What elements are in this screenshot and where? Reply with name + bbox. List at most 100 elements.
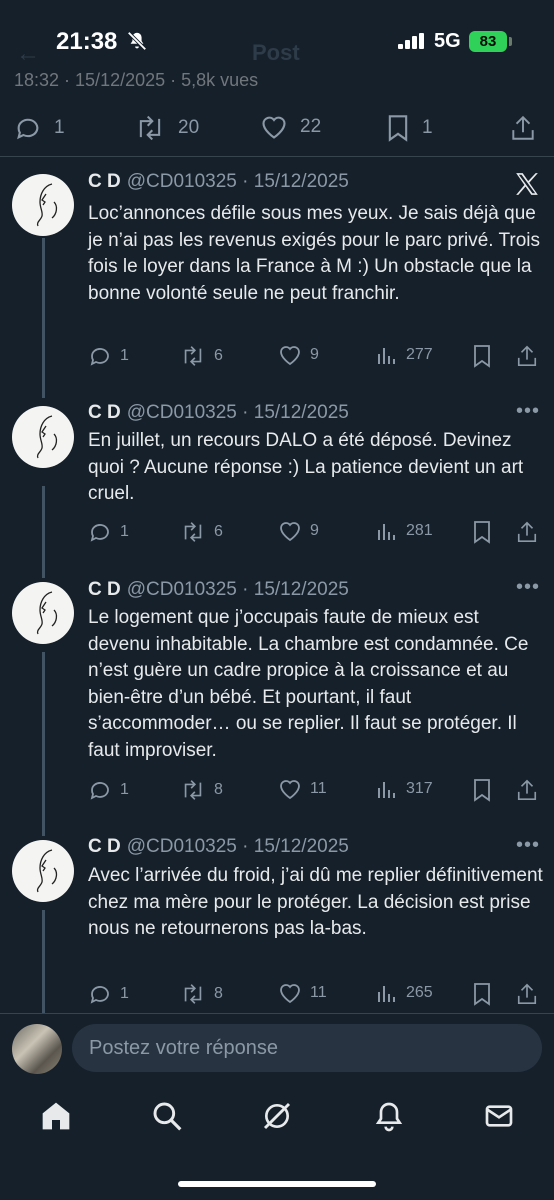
repost-icon (184, 346, 202, 366)
reply-button[interactable]: 1 (88, 520, 129, 544)
views-button[interactable]: 277 (376, 344, 433, 366)
view-count: 317 (406, 780, 433, 797)
bookmark-icon (474, 983, 490, 1006)
more-options-icon[interactable]: ••• (516, 400, 540, 423)
share-button[interactable] (510, 114, 548, 142)
search-icon[interactable] (151, 1100, 183, 1132)
repost-button[interactable]: 8 (180, 982, 223, 1006)
like-count: 11 (310, 780, 327, 797)
signal-icon (398, 33, 424, 49)
thread-line (42, 486, 45, 578)
views-icon (378, 782, 395, 798)
like-count: 9 (310, 522, 319, 539)
divider (0, 156, 554, 157)
share-button[interactable] (516, 982, 546, 1006)
post-meta: 18:32 · 15/12/2025 · 5,8k vues (14, 70, 259, 90)
bookmark-button[interactable] (472, 344, 500, 368)
views-button[interactable]: 265 (376, 982, 433, 1004)
like-button[interactable]: 11 (278, 982, 327, 1004)
bookmark-button[interactable] (472, 982, 500, 1006)
like-button[interactable]: 11 (278, 778, 327, 800)
main-post-actions: 1 20 22 1 (0, 104, 554, 156)
bell-slash-icon (127, 31, 147, 51)
reply-text: En juillet, un recours DALO a été déposé… (88, 430, 524, 504)
reply-input[interactable]: Postez votre réponse (72, 1024, 542, 1072)
avatar[interactable] (12, 582, 74, 644)
reply-count: 1 (54, 117, 65, 138)
more-options-icon[interactable]: ••• (516, 576, 540, 599)
reply-text: Le logement que j’occupais faute de mieu… (88, 607, 529, 761)
repost-count: 20 (178, 117, 200, 138)
profile-drawing-icon (36, 415, 58, 459)
reply-count: 1 (120, 781, 129, 798)
reply-count: 1 (120, 523, 129, 540)
author-name[interactable]: C D (88, 836, 121, 857)
repost-button[interactable]: 8 (180, 778, 223, 802)
share-button[interactable] (516, 778, 546, 802)
author-handle[interactable]: @CD010325 (127, 402, 237, 423)
reply-count: 1 (120, 347, 129, 364)
thread-line (42, 238, 45, 398)
author-handle[interactable]: @CD010325 (127, 836, 237, 857)
status-time: 21:38 (56, 28, 118, 55)
avatar[interactable] (12, 840, 74, 902)
bookmark-icon (388, 115, 408, 142)
views-icon (378, 524, 395, 540)
avatar[interactable] (12, 406, 74, 468)
views-button[interactable]: 317 (376, 778, 433, 800)
author-name[interactable]: C D (88, 171, 121, 192)
reply-icon (17, 118, 39, 140)
reply-button[interactable]: 1 (88, 982, 129, 1006)
view-count: 277 (406, 346, 433, 363)
share-button[interactable] (516, 344, 546, 368)
views-icon (378, 986, 395, 1002)
bookmark-button[interactable]: 1 (386, 114, 433, 142)
bookmark-icon (474, 779, 490, 802)
like-button[interactable]: 9 (278, 520, 319, 542)
my-avatar[interactable] (12, 1024, 62, 1074)
grok-icon[interactable] (261, 1100, 293, 1132)
reply-icon (90, 782, 109, 800)
share-icon (517, 779, 537, 800)
repost-icon (184, 522, 202, 542)
more-options-icon[interactable]: ••• (516, 834, 540, 857)
page-title: Post (252, 40, 300, 65)
like-button[interactable]: 9 (278, 344, 319, 366)
home-indicator[interactable] (178, 1181, 376, 1187)
thread-line (42, 910, 45, 1013)
reply-count: 1 (120, 985, 129, 1002)
repost-count: 6 (214, 347, 223, 364)
share-icon (512, 115, 534, 140)
views-icon (378, 348, 395, 364)
views-button[interactable]: 281 (376, 520, 433, 542)
thread-line (42, 652, 45, 836)
repost-button[interactable]: 6 (180, 520, 223, 544)
reply-button[interactable]: 1 (88, 778, 129, 802)
home-icon[interactable] (40, 1100, 72, 1132)
notifications-icon[interactable] (373, 1100, 405, 1132)
repost-icon (184, 984, 202, 1004)
reply-date: · 15/12/2025 (242, 836, 349, 857)
author-name[interactable]: C D (88, 402, 121, 423)
heart-icon (262, 116, 286, 139)
reply-header: C D @CD010325 · 15/12/2025 (88, 402, 349, 424)
messages-icon[interactable] (483, 1100, 515, 1132)
reply-header: C D @CD010325 · 15/12/2025 (88, 579, 349, 601)
author-handle[interactable]: @CD010325 (127, 171, 237, 192)
like-count: 9 (310, 346, 319, 363)
bookmark-button[interactable] (472, 520, 500, 544)
reply-button[interactable]: 1 (88, 344, 129, 368)
status-bar: ← Post 21:38 5G 83 18:32 · 15/12/2025 · … (0, 0, 554, 90)
share-button[interactable] (516, 520, 546, 544)
back-arrow-icon[interactable]: ← (16, 40, 40, 68)
repost-button[interactable]: 6 (180, 344, 223, 368)
reply-date: · 15/12/2025 (242, 171, 349, 192)
author-name[interactable]: C D (88, 579, 121, 600)
repost-count: 6 (214, 523, 223, 540)
repost-button[interactable]: 20 (134, 114, 199, 142)
bookmark-button[interactable] (472, 778, 500, 802)
like-button[interactable]: 22 (260, 114, 321, 140)
author-handle[interactable]: @CD010325 (127, 579, 237, 600)
reply-button[interactable]: 1 (14, 114, 65, 142)
avatar[interactable] (12, 174, 74, 236)
